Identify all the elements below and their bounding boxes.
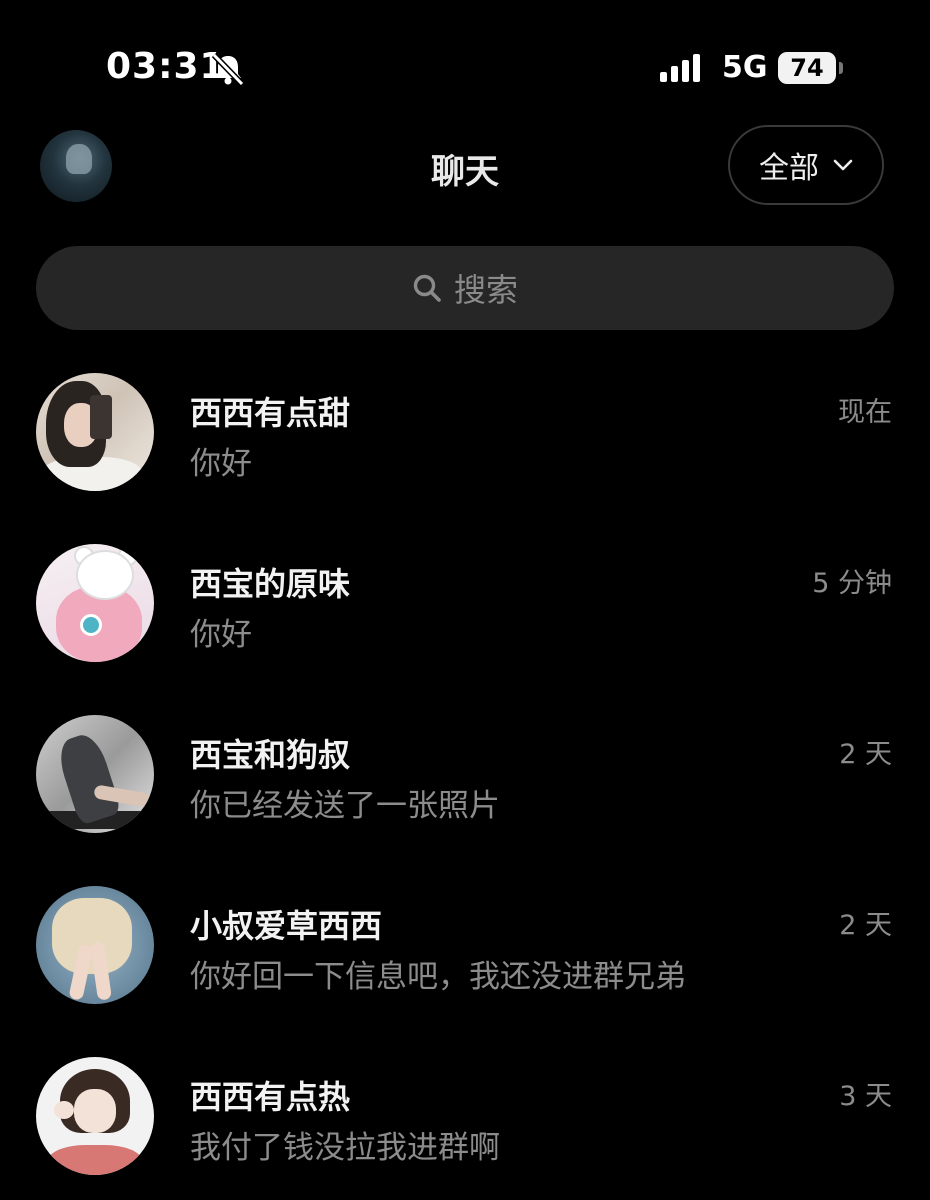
- chat-name: 西宝的原味: [190, 565, 351, 603]
- chat-list-item[interactable]: 西西有点热 我付了钱没拉我进群啊 3 天: [0, 1034, 930, 1194]
- search-placeholder: 搜索: [453, 271, 518, 309]
- status-time: 03:31: [106, 46, 226, 87]
- chat-list-item[interactable]: 小叔爱草西西 你好回一下信息吧，我还没进群兄弟 2 天: [0, 863, 930, 1023]
- chat-list-item[interactable]: 西西有点甜 你好 现在: [0, 350, 930, 510]
- avatar: [36, 886, 154, 1004]
- filter-dropdown-button[interactable]: 全部: [728, 125, 884, 205]
- chat-name: 小叔爱草西西: [190, 907, 383, 945]
- chat-list-item[interactable]: 西宝和狗叔 你已经发送了一张照片 2 天: [0, 692, 930, 852]
- chat-list-item[interactable]: 西宝的原味 你好 5 分钟: [0, 521, 930, 681]
- chat-name: 西西有点甜: [190, 394, 351, 432]
- avatar: [36, 1057, 154, 1175]
- search-icon: [413, 274, 441, 302]
- network-label: 5G: [722, 50, 768, 85]
- chat-preview: 我付了钱没拉我进群啊: [190, 1130, 500, 1166]
- chat-time: 2 天: [839, 910, 892, 941]
- chat-name: 西西有点热: [190, 1078, 351, 1116]
- chat-preview: 你已经发送了一张照片: [190, 788, 500, 824]
- chat-name: 西宝和狗叔: [190, 736, 351, 774]
- chat-time: 2 天: [839, 739, 892, 770]
- chat-preview: 你好: [190, 617, 252, 653]
- chat-time: 现在: [838, 397, 892, 428]
- battery-tip: [839, 62, 843, 74]
- profile-avatar[interactable]: [40, 130, 112, 202]
- bell-slash-icon: [211, 52, 245, 86]
- search-bar[interactable]: 搜索: [36, 246, 894, 330]
- chat-time: 5 分钟: [812, 568, 892, 599]
- avatar: [36, 544, 154, 662]
- chat-time: 3 天: [839, 1081, 892, 1112]
- chat-preview: 你好回一下信息吧，我还没进群兄弟: [190, 959, 686, 995]
- avatar: [36, 373, 154, 491]
- chat-preview: 你好: [190, 446, 252, 482]
- filter-label: 全部: [759, 151, 819, 186]
- battery-icon: 74: [778, 52, 836, 84]
- cellular-signal-icon: [660, 54, 700, 82]
- chevron-down-icon: [833, 159, 853, 171]
- avatar: [36, 715, 154, 833]
- status-bar: 03:31 5G 74: [0, 0, 930, 130]
